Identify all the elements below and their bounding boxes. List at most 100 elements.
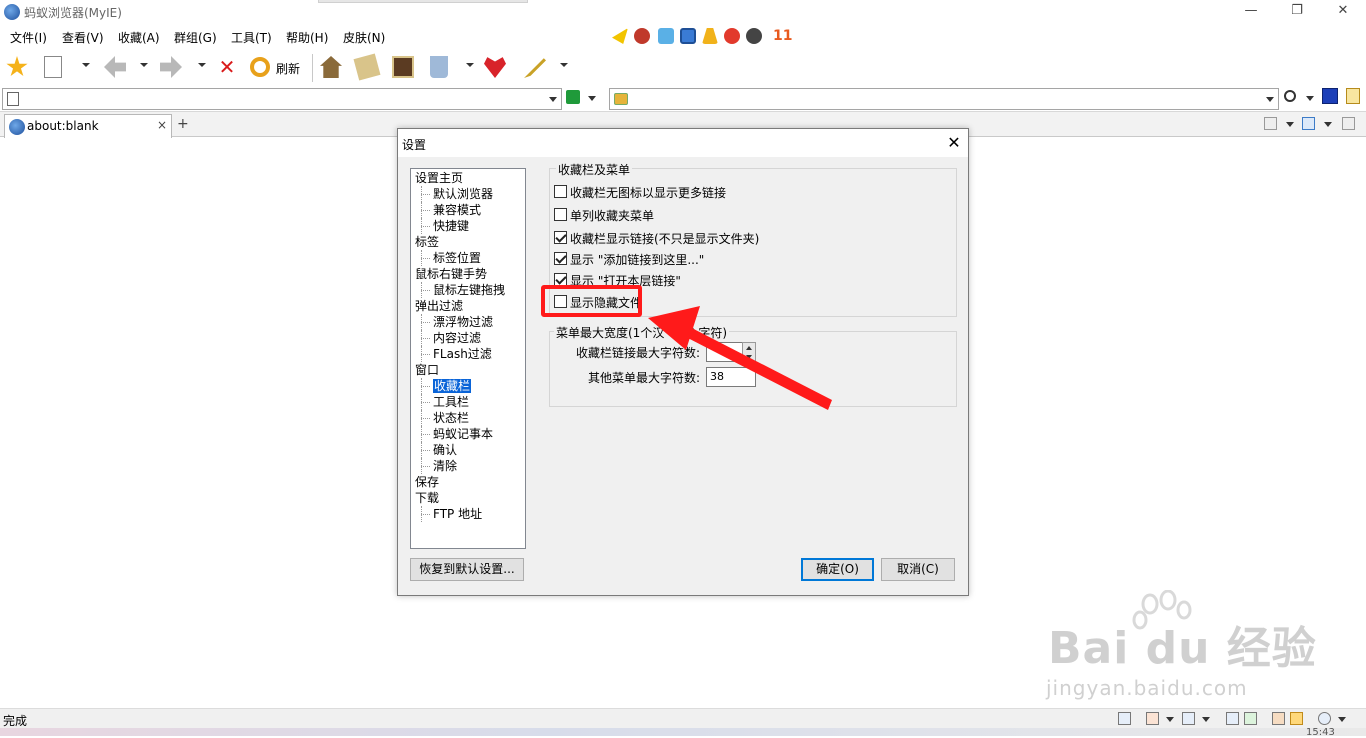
tree-item[interactable]: FTP 地址 [420, 506, 482, 522]
tab-close-icon[interactable]: × [157, 118, 167, 132]
menu-file[interactable]: 文件(I) [10, 29, 47, 46]
tree-item[interactable]: 标签 [415, 234, 439, 250]
tree-item[interactable]: 默认浏览器 [420, 186, 493, 202]
favorites-star-icon[interactable] [6, 56, 28, 77]
trash-icon[interactable] [430, 56, 448, 78]
menu-favorites[interactable]: 收藏(A) [118, 29, 160, 46]
tree-item[interactable]: 工具栏 [420, 394, 469, 410]
back-dropdown-icon[interactable] [140, 63, 148, 67]
tree-item[interactable]: 弹出过滤 [415, 298, 463, 314]
tree-item[interactable]: 窗口 [415, 362, 439, 378]
tree-item[interactable]: 保存 [415, 474, 439, 490]
go-arrow-icon[interactable] [566, 90, 580, 104]
window-list-icon[interactable] [1302, 117, 1315, 130]
checkbox[interactable] [554, 252, 567, 265]
tree-item[interactable]: 漂浮物过滤 [420, 314, 493, 330]
menu-skin[interactable]: 皮肤(N) [343, 29, 385, 46]
home-icon[interactable] [320, 56, 342, 78]
search-input[interactable] [609, 88, 1279, 110]
notepad-icon[interactable] [658, 28, 674, 44]
broom-icon[interactable] [702, 28, 718, 44]
proxy-dropdown-icon[interactable] [1166, 717, 1174, 722]
menu-view[interactable]: 查看(V) [62, 29, 104, 46]
paw-icon[interactable] [1322, 88, 1338, 104]
ok-button[interactable]: 确定(O) [801, 558, 874, 581]
monitor-icon[interactable] [680, 28, 696, 44]
tree-item[interactable]: 设置主页 [415, 170, 463, 186]
page-info-icon[interactable] [1118, 712, 1131, 725]
weibo-icon[interactable] [724, 28, 740, 44]
character-icon[interactable] [746, 28, 762, 44]
tree-item[interactable]: 快捷键 [420, 218, 469, 234]
tree-item[interactable]: 收藏栏 [420, 378, 472, 394]
history-icon[interactable] [353, 53, 381, 81]
tree-item[interactable]: 蚂蚁记事本 [420, 426, 493, 442]
gallery-icon[interactable] [392, 56, 414, 78]
checkbox[interactable] [554, 231, 567, 244]
heart-mail-icon[interactable] [484, 57, 506, 78]
status-text: 完成 [3, 714, 28, 728]
search-options-dropdown-icon[interactable] [1306, 96, 1314, 101]
stop-icon[interactable]: ✕ [216, 56, 238, 78]
close-all-icon[interactable] [1342, 117, 1355, 130]
new-tab-button[interactable]: + [177, 116, 189, 132]
tree-item-label: 下载 [415, 491, 440, 505]
magic-wand-icon[interactable] [524, 58, 546, 78]
tree-item[interactable]: 内容过滤 [420, 330, 481, 346]
search-dropdown-icon[interactable] [1266, 97, 1274, 102]
close-tabs-icon[interactable] [1264, 117, 1277, 130]
checkbox[interactable] [554, 185, 567, 198]
tree-item[interactable]: 下载 [415, 490, 439, 506]
refresh-icon[interactable] [250, 57, 270, 77]
hand-icon[interactable] [1272, 712, 1285, 725]
forward-arrow-icon[interactable] [160, 56, 182, 78]
download-dropdown-icon[interactable] [1202, 717, 1210, 722]
print-icon[interactable] [1226, 712, 1239, 725]
trash-dropdown-icon[interactable] [466, 63, 474, 67]
pen-icon[interactable] [612, 28, 628, 44]
note-pencil-icon[interactable] [1346, 88, 1360, 104]
checkbox[interactable] [554, 208, 567, 221]
search-magnifier-icon[interactable] [1284, 90, 1296, 102]
refresh-label[interactable]: 刷新 [276, 60, 300, 77]
new-page-icon[interactable] [44, 56, 62, 78]
tree-item[interactable]: 标签位置 [420, 250, 482, 266]
close-window-button[interactable]: ✕ [1320, 0, 1366, 24]
tree-item[interactable]: 状态栏 [420, 410, 469, 426]
tab-menu-dropdown-icon[interactable] [1286, 122, 1294, 127]
address-dropdown-icon[interactable] [549, 97, 557, 102]
tree-item[interactable]: FLash过滤 [421, 346, 492, 362]
menu-tools[interactable]: 工具(T) [231, 29, 272, 46]
sync-icon[interactable] [1244, 712, 1257, 725]
forward-dropdown-icon[interactable] [198, 63, 206, 67]
go-dropdown-icon[interactable] [588, 96, 596, 101]
bug-icon[interactable] [634, 28, 650, 44]
tree-item[interactable]: 鼠标右键手势 [415, 266, 487, 282]
menu-groups[interactable]: 群组(G) [174, 29, 217, 46]
tree-item-label: 标签位置 [433, 251, 482, 265]
minimize-button[interactable]: — [1228, 0, 1274, 24]
window-list-dropdown-icon[interactable] [1324, 122, 1332, 127]
zoom-dropdown-icon[interactable] [1338, 717, 1346, 722]
zoom-icon[interactable] [1318, 712, 1331, 725]
reset-defaults-button[interactable]: 恢复到默认设置... [410, 558, 524, 581]
download-icon[interactable] [1182, 712, 1195, 725]
search-engine-icon[interactable] [614, 93, 628, 105]
menu-help[interactable]: 帮助(H) [286, 29, 328, 46]
cancel-button[interactable]: 取消(C) [881, 558, 955, 581]
tree-item[interactable]: 鼠标左键拖拽 [420, 282, 505, 298]
restore-button[interactable]: ❐ [1274, 0, 1320, 24]
tree-item[interactable]: 清除 [420, 458, 457, 474]
address-input[interactable] [2, 88, 562, 110]
main-toolbar: ✕ 刷新 [0, 50, 1366, 84]
back-arrow-icon[interactable] [104, 56, 126, 78]
tree-item[interactable]: 确认 [420, 442, 457, 458]
option-label: 单列收藏夹菜单 [570, 209, 655, 223]
new-dropdown-icon[interactable] [82, 63, 90, 67]
wand-dropdown-icon[interactable] [560, 63, 568, 67]
popup-blocker-icon[interactable] [1290, 712, 1303, 725]
tree-item[interactable]: 兼容模式 [420, 202, 481, 218]
dialog-close-icon[interactable]: ✕ [942, 133, 966, 153]
proxy-icon[interactable] [1146, 712, 1159, 725]
tab-about-blank[interactable]: about:blank × [4, 114, 172, 138]
